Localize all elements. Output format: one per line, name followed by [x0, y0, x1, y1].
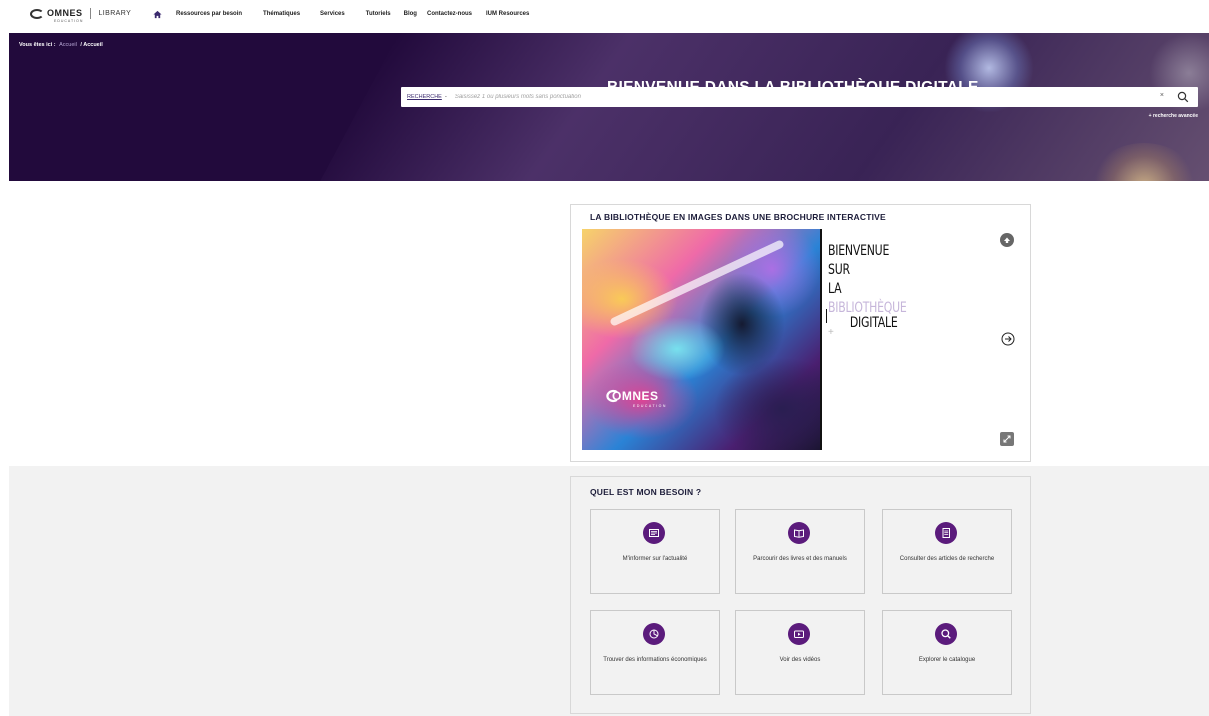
logo-separator [89, 8, 91, 19]
need-card-label: M'informer sur l'actualité [622, 556, 688, 562]
nav-item-contactez-nous[interactable]: Contactez-nous [427, 11, 472, 17]
breadcrumb: Vous êtes ici : Accueil / Accueil [19, 42, 103, 48]
document-icon [935, 522, 957, 544]
need-card-label: Consulter des articles de recherche [899, 556, 995, 562]
headline-accent-line [826, 309, 827, 323]
need-card-label: Voir des vidéos [779, 657, 821, 663]
share-icon[interactable] [1000, 233, 1014, 247]
need-card-economie[interactable]: Trouver des informations économiques [590, 610, 720, 695]
light-stroke [609, 239, 785, 327]
search-type-dropdown[interactable]: - [445, 94, 447, 100]
nav-item-ressources-par-besoin[interactable]: Ressources par besoin [176, 11, 242, 17]
main-menu: Ressources par besoin Thématiques Servic… [176, 11, 549, 17]
breadcrumb-label: Vous êtes ici : [19, 42, 56, 48]
headline-line: BIENVENUE [828, 243, 890, 259]
search-icon[interactable] [1177, 91, 1189, 103]
nav-item-services[interactable]: Services [320, 11, 345, 17]
nav-item-ium-resources[interactable]: IUM Resources [486, 11, 529, 17]
omnes-library-logo[interactable]: OMNES EDUCATION LIBRARY [30, 8, 132, 23]
headline-plus: + [828, 327, 834, 338]
clear-search-button[interactable]: × [1160, 92, 1164, 99]
search-icon [935, 623, 957, 645]
need-card-actualite[interactable]: M'informer sur l'actualité [590, 509, 720, 594]
brochure-card: LA BIBLIOTHÈQUE EN IMAGES DANS UNE BROCH… [570, 204, 1031, 462]
need-card-label: Explorer le catalogue [918, 657, 976, 663]
brochure-headline: BIENVENUE SUR LA BIBLIOTHÈQUE DIGITALE [828, 242, 907, 331]
need-card-catalogue[interactable]: Explorer le catalogue [882, 610, 1012, 695]
home-icon[interactable] [153, 10, 162, 19]
hero-light-shape [292, 33, 1209, 181]
next-page-icon[interactable] [1001, 332, 1015, 346]
logo-library-label: LIBRARY [98, 10, 132, 17]
search-bar: RECHERCHE - × [401, 87, 1198, 107]
search-input[interactable] [454, 94, 1055, 100]
brochure-logo-name: OMNES [612, 389, 659, 403]
fullscreen-icon[interactable] [1000, 432, 1014, 446]
brochure-divider [820, 229, 822, 450]
advanced-search-link[interactable]: + recherche avancée [1149, 113, 1198, 119]
top-navigation: OMNES EDUCATION LIBRARY Ressources par b… [0, 0, 1209, 33]
need-card-label: Parcourir des livres et des manuels [753, 556, 847, 562]
newspaper-icon [643, 522, 665, 544]
brochure-cover-image[interactable]: OMNES EDUCATION [582, 229, 821, 450]
chart-pie-icon [643, 623, 665, 645]
headline-line: LA [828, 281, 842, 297]
need-card-label: Trouver des informations économiques [603, 657, 707, 663]
omnes-logo-icon [30, 8, 44, 19]
nav-item-blog[interactable]: Blog [404, 11, 417, 17]
breadcrumb-link-accueil[interactable]: Accueil [59, 42, 77, 48]
hero-banner: Vous êtes ici : Accueil / Accueil BIENVE… [9, 33, 1209, 181]
logo-subtitle: EDUCATION [54, 19, 84, 23]
nav-item-tutoriels[interactable]: Tutoriels [366, 11, 391, 17]
headline-line: DIGITALE [849, 315, 898, 331]
breadcrumb-current: / Accueil [80, 42, 103, 48]
nav-item-thematiques[interactable]: Thématiques [263, 11, 300, 17]
logo-name: OMNES [47, 8, 83, 18]
video-icon [788, 623, 810, 645]
brochure-logo-subtitle: EDUCATION [633, 404, 667, 408]
need-card-livres[interactable]: Parcourir des livres et des manuels [735, 509, 865, 594]
needs-panel: QUEL EST MON BESOIN ? M'informer sur l'a… [570, 476, 1031, 714]
needs-title: QUEL EST MON BESOIN ? [590, 487, 702, 497]
need-card-videos[interactable]: Voir des vidéos [735, 610, 865, 695]
headline-line: SUR [828, 262, 850, 278]
book-icon [788, 522, 810, 544]
search-type-selector[interactable]: RECHERCHE [407, 94, 442, 100]
need-card-articles[interactable]: Consulter des articles de recherche [882, 509, 1012, 594]
brochure-title: LA BIBLIOTHÈQUE EN IMAGES DANS UNE BROCH… [590, 212, 886, 222]
